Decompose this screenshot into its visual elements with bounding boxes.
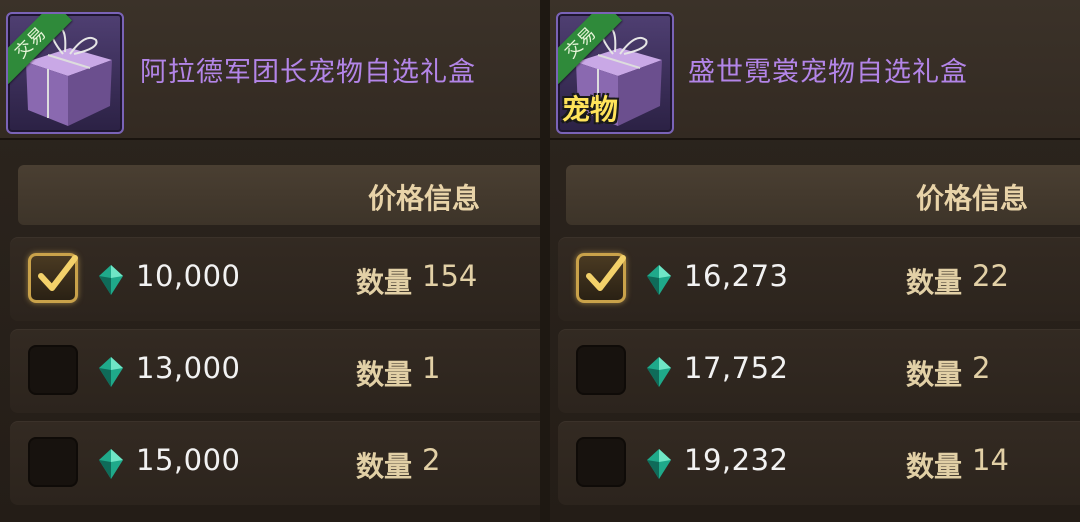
price-row[interactable]: 13,000 数量 1	[10, 329, 540, 413]
item-name: 盛世霓裳宠物自选礼盒	[688, 57, 968, 88]
quantity-value: 22	[972, 259, 1009, 293]
checkmark-icon	[586, 255, 626, 291]
price-value: 15,000	[136, 443, 241, 477]
quantity-label: 数量	[356, 266, 413, 299]
price-row[interactable]: 16,273 数量 22	[558, 237, 1080, 321]
price-row[interactable]: 19,232 数量 14	[558, 421, 1080, 505]
quantity-label: 数量	[906, 358, 963, 391]
row-checkbox[interactable]	[576, 253, 626, 303]
quantity-label: 数量	[356, 450, 413, 483]
price-value: 10,000	[136, 259, 241, 293]
item-header: 交易 阿拉德军团长宠物自选礼盒	[0, 0, 540, 140]
price-value: 13,000	[136, 351, 241, 385]
gem-icon	[647, 265, 671, 295]
row-checkbox[interactable]	[576, 437, 626, 487]
price-value: 17,752	[684, 351, 789, 385]
checkmark-icon	[38, 255, 78, 291]
row-checkbox[interactable]	[576, 345, 626, 395]
item-icon-frame[interactable]: 交易	[6, 12, 124, 134]
quantity-label: 数量	[906, 450, 963, 483]
item-name: 阿拉德军团长宠物自选礼盒	[140, 57, 476, 88]
gem-icon	[99, 449, 123, 479]
column-header: 价格信息	[18, 165, 540, 225]
price-row[interactable]: 10,000 数量 154	[10, 237, 540, 321]
listing-panel-0: 交易 阿拉德军团长宠物自选礼盒 价格信息 10,000 数量 154 13,00…	[0, 0, 540, 522]
quantity-value: 2	[972, 351, 991, 385]
price-row[interactable]: 17,752 数量 2	[558, 329, 1080, 413]
quantity-label: 数量	[906, 266, 963, 299]
quantity-value: 2	[422, 443, 441, 477]
row-checkbox[interactable]	[28, 345, 78, 395]
quantity-value: 154	[422, 259, 478, 293]
gem-icon	[99, 357, 123, 387]
quantity-value: 1	[422, 351, 441, 385]
gem-icon	[647, 449, 671, 479]
price-info-label: 价格信息	[368, 182, 481, 215]
row-checkbox[interactable]	[28, 253, 78, 303]
column-header: 价格信息	[566, 165, 1080, 225]
gem-icon	[647, 357, 671, 387]
item-icon-frame[interactable]: 交易 宠物	[556, 12, 674, 134]
quantity-value: 14	[972, 443, 1009, 477]
item-header: 交易 宠物 盛世霓裳宠物自选礼盒	[550, 0, 1080, 140]
quantity-label: 数量	[356, 358, 413, 391]
price-row[interactable]: 15,000 数量 2	[10, 421, 540, 505]
row-checkbox[interactable]	[28, 437, 78, 487]
gem-icon	[99, 265, 123, 295]
price-value: 16,273	[684, 259, 789, 293]
pet-badge: 宠物	[562, 93, 619, 126]
price-value: 19,232	[684, 443, 789, 477]
price-info-label: 价格信息	[916, 182, 1029, 215]
listing-panel-1: 交易 宠物 盛世霓裳宠物自选礼盒 价格信息 16,273 数量 22 17,75…	[550, 0, 1080, 522]
